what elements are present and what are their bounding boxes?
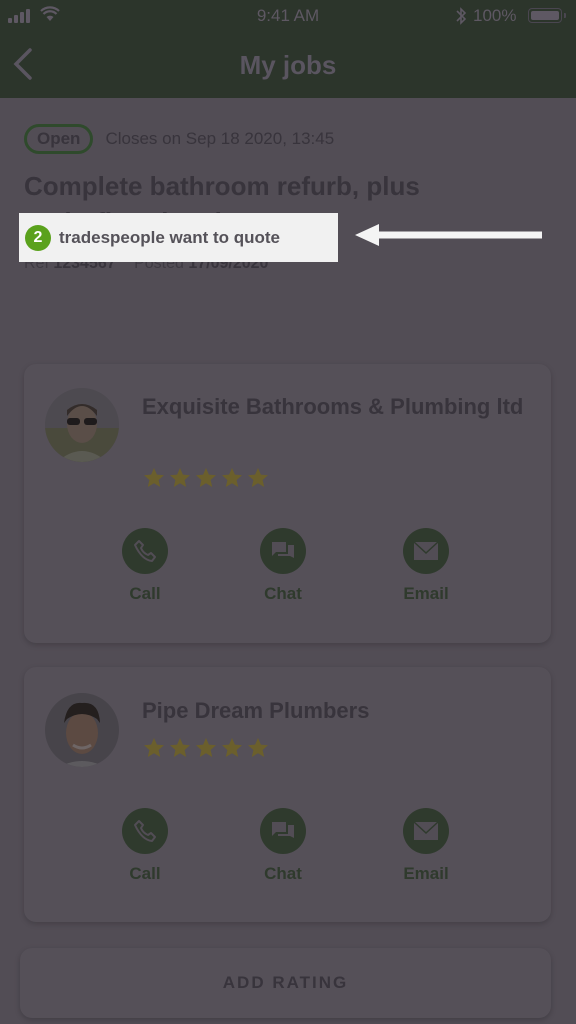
- avatar: [45, 693, 119, 767]
- star-filled-icon: [170, 468, 190, 487]
- star-filled-icon: [222, 468, 242, 487]
- arrow-left-icon: [355, 224, 542, 246]
- chat-button[interactable]: Chat: [238, 808, 328, 884]
- page-title: My jobs: [239, 50, 337, 80]
- chat-button[interactable]: Chat: [238, 528, 328, 604]
- chat-label: Chat: [264, 584, 302, 603]
- tradesperson-name: Pipe Dream Plumbers: [142, 698, 370, 723]
- email-label: Email: [403, 864, 449, 883]
- star-filled-icon: [196, 468, 216, 487]
- star-rating: [142, 466, 270, 490]
- add-rating-button[interactable]: ADD RATING: [20, 948, 551, 1018]
- quote-count-badge: 2: [25, 224, 51, 251]
- quotes-banner: 2 tradespeople want to quote: [19, 213, 338, 262]
- call-label: Call: [129, 584, 161, 603]
- call-label: Call: [129, 864, 161, 883]
- star-filled-icon: [144, 738, 164, 757]
- email-icon: [413, 821, 439, 840]
- quotes-banner-text: tradespeople want to quote: [59, 227, 281, 247]
- star-filled-icon: [170, 738, 190, 757]
- chat-icon: [272, 542, 294, 558]
- call-button[interactable]: Call: [100, 808, 190, 884]
- bluetooth-icon: [456, 7, 467, 25]
- tradesperson-name: Exquisite Bathrooms & Plumbing ltd: [142, 394, 524, 419]
- chat-label: Chat: [264, 864, 302, 883]
- tradesperson-card: Exquisite Bathrooms & Plumbing ltd Call …: [24, 364, 551, 643]
- status-badge: Open: [24, 124, 94, 154]
- battery-tip: [564, 13, 566, 18]
- avatar: [45, 388, 119, 462]
- job-status-row: Open Closes on Sep 18 2020, 13:45: [24, 124, 334, 154]
- star-filled-icon: [196, 738, 216, 757]
- email-icon: [413, 541, 439, 560]
- star-rating: [142, 736, 270, 760]
- tradesperson-card: Pipe Dream Plumbers Call Chat Email: [24, 667, 551, 922]
- star-filled-icon: [248, 468, 268, 487]
- status-bar: 9:41 AM 100%: [0, 0, 576, 32]
- battery-percent: 100%: [473, 6, 517, 25]
- battery-icon: [528, 8, 562, 23]
- star-filled-icon: [144, 468, 164, 487]
- closing-date: Closes on Sep 18 2020, 13:45: [105, 129, 335, 148]
- star-filled-icon: [222, 738, 242, 757]
- phone-icon: [134, 820, 156, 842]
- phone-icon: [134, 540, 156, 562]
- chat-icon: [272, 822, 294, 838]
- email-label: Email: [403, 584, 449, 603]
- email-button[interactable]: Email: [381, 808, 471, 884]
- nav-bar: My jobs: [0, 32, 576, 98]
- star-filled-icon: [248, 738, 268, 757]
- email-button[interactable]: Email: [381, 528, 471, 604]
- call-button[interactable]: Call: [100, 528, 190, 604]
